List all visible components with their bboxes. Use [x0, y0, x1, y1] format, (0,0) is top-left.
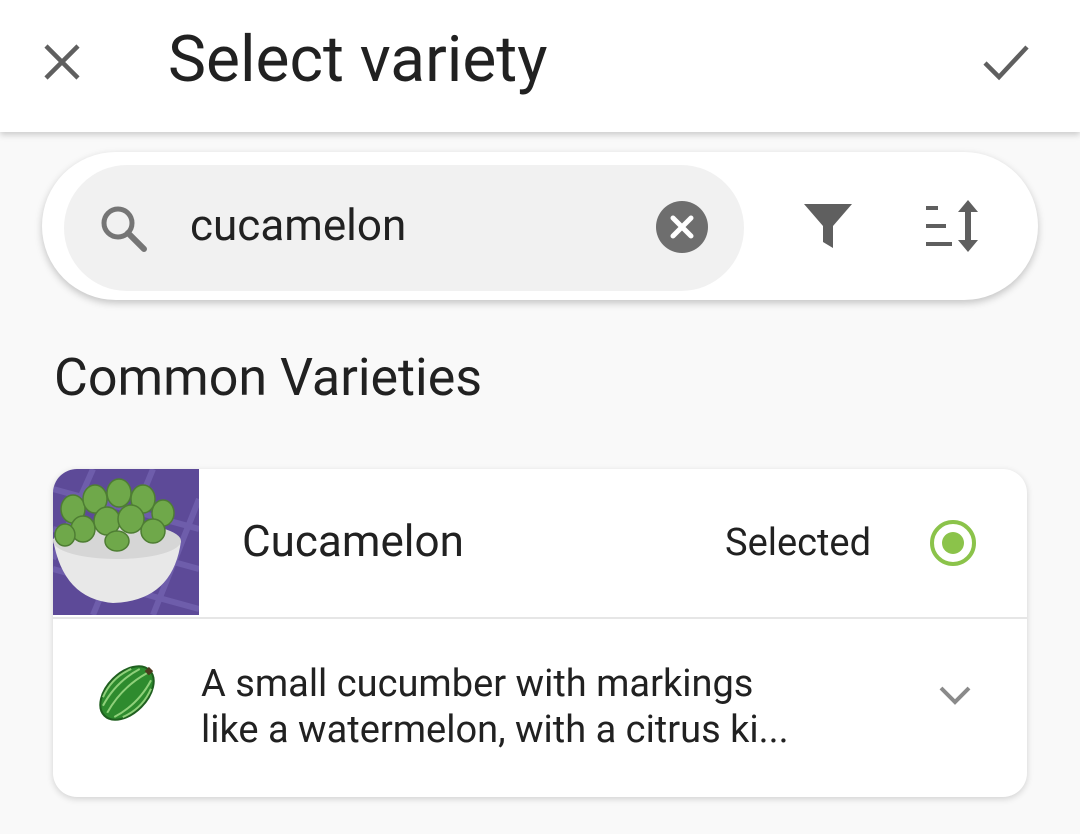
description-line: A small cucumber with markings — [201, 662, 754, 706]
confirm-button[interactable] — [974, 30, 1038, 94]
page-title: Select variety — [168, 22, 548, 97]
divider — [53, 617, 1027, 619]
variety-name: Cucamelon — [242, 515, 464, 567]
cucumber-icon — [99, 665, 155, 721]
search-bar — [42, 152, 1038, 300]
section-title: Common Varieties — [54, 347, 483, 408]
search-icon — [101, 206, 147, 252]
search-input[interactable] — [190, 195, 640, 255]
variety-thumbnail — [53, 469, 199, 615]
filter-button[interactable] — [798, 196, 858, 256]
selected-label: Selected — [725, 521, 872, 565]
close-button[interactable] — [30, 30, 94, 94]
close-icon — [44, 44, 80, 80]
chevron-down-icon[interactable] — [929, 669, 981, 721]
clear-search-button[interactable] — [654, 199, 710, 255]
radio-selected-icon[interactable] — [929, 519, 977, 567]
variety-card[interactable]: Cucamelon Selected A small cucumber with… — [53, 469, 1027, 797]
search-field[interactable] — [64, 165, 744, 291]
check-icon — [983, 45, 1029, 81]
app-bar: Select variety — [0, 0, 1080, 132]
variety-description: A small cucumber with markings like a wa… — [201, 661, 841, 753]
description-line: like a watermelon, with a citrus ki... — [201, 708, 789, 752]
sort-button[interactable] — [920, 196, 986, 256]
